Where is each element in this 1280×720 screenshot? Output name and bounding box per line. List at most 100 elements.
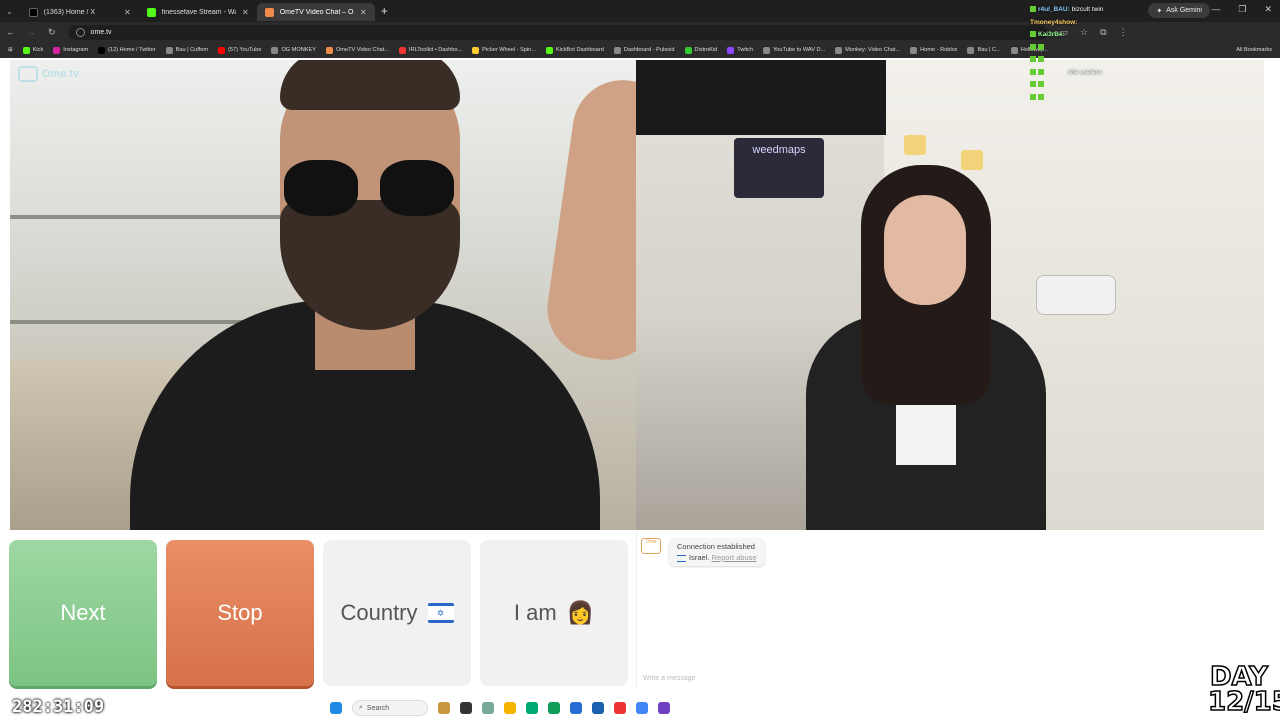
- chat-line: Tmoney4show:: [1030, 17, 1180, 30]
- local-video: weedmaps: [636, 60, 1264, 530]
- app-icon[interactable]: [482, 702, 494, 714]
- app-icon[interactable]: [438, 702, 450, 714]
- tab-kick[interactable]: finessefave Stream - Watch Live ✕: [139, 3, 257, 21]
- remote-video: [10, 60, 636, 530]
- url-field[interactable]: ome.tv: [67, 24, 1048, 40]
- back-icon[interactable]: ←: [6, 27, 15, 37]
- reload-icon[interactable]: ↻: [48, 27, 56, 38]
- bookmark-icon: [165, 46, 173, 54]
- next-label: Next: [60, 600, 106, 625]
- bookmark-item[interactable]: Bau | Cuffem: [165, 46, 209, 54]
- app-icon[interactable]: [592, 702, 604, 714]
- close-icon[interactable]: ✕: [360, 8, 367, 17]
- app-icon[interactable]: [570, 702, 582, 714]
- bookmark-icon: [472, 46, 480, 54]
- bookmark-item[interactable]: (57) YouTube: [218, 46, 261, 54]
- bookmark-icon: [271, 46, 279, 54]
- bookmark-label: Kick: [32, 47, 44, 53]
- bookmark-item[interactable]: OmeTV Video Chat...: [325, 46, 389, 54]
- logo-text: Ome.tv: [42, 68, 80, 80]
- day-counter: DAY 12/15: [1207, 662, 1280, 717]
- apps-icon[interactable]: ⊞: [8, 47, 13, 53]
- gender-button[interactable]: I am 👩: [480, 540, 628, 686]
- bookmark-icon: [98, 46, 106, 54]
- bookmark-item[interactable]: (12) Home / Twitter: [98, 46, 156, 54]
- local-person: [806, 165, 1046, 530]
- bookmark-label: Picker Wheel - Spin...: [482, 47, 536, 53]
- bookmark-icon: [1010, 46, 1018, 54]
- bookmark-item[interactable]: Bau | C...: [967, 46, 1001, 54]
- bookmark-item[interactable]: DistroKid: [684, 46, 717, 54]
- bookmark-item[interactable]: Twitch: [727, 46, 753, 54]
- bookmark-item[interactable]: YouTube to WAV D...: [763, 46, 825, 54]
- edge-icon[interactable]: [526, 702, 538, 714]
- system-message: Ome Connection established Israel. Repor…: [641, 538, 765, 566]
- bookmark-icon: [53, 46, 61, 54]
- search-icon: ⌕: [359, 704, 363, 711]
- chat-username: Kai3rBe:: [1038, 31, 1065, 38]
- tab-ometv[interactable]: OmeTV Video Chat – Ome ✕: [256, 3, 375, 21]
- bookmark-item[interactable]: IRLToolkit • Dashbo...: [399, 46, 463, 54]
- taskbar: ⌕ Search: [330, 698, 810, 718]
- bookmark-item[interactable]: Home - Roblox: [910, 46, 957, 54]
- next-button[interactable]: Next: [9, 540, 157, 686]
- israel-flag-icon: ✡: [427, 603, 454, 623]
- bookmark-item[interactable]: Picker Wheel - Spin...: [472, 46, 536, 54]
- bookmark-label: (12) Home / Twitter: [108, 47, 156, 53]
- kick-icon: [146, 7, 156, 17]
- bookmark-item[interactable]: Instagram: [53, 46, 88, 54]
- app-icon[interactable]: [548, 702, 560, 714]
- taskbar-search[interactable]: ⌕ Search: [352, 700, 428, 716]
- bookmark-label: Monkey: Video Chat...: [845, 47, 901, 53]
- bookmark-item[interactable]: Monkey: Video Chat...: [835, 46, 901, 54]
- stop-button[interactable]: Stop: [166, 540, 314, 686]
- report-abuse-link[interactable]: Report abuse: [712, 553, 757, 562]
- chat-line: [1030, 79, 1180, 92]
- bookmark-label: Bau | C...: [977, 47, 1001, 53]
- bookmark-item[interactable]: Kick: [22, 46, 44, 54]
- app-icon[interactable]: [614, 702, 626, 714]
- message-bubble: Connection established Israel. Report ab…: [669, 538, 765, 566]
- chat-username: Tmoney4show:: [1030, 18, 1078, 26]
- connection-status: Connection established: [677, 542, 755, 551]
- country-button[interactable]: Country ✡: [323, 540, 471, 686]
- tab-search-icon[interactable]: ⌄: [6, 7, 13, 16]
- bookmark-label: IRLToolkit • Dashbo...: [409, 47, 463, 53]
- bar-stool: [1036, 275, 1116, 315]
- stop-label: Stop: [217, 600, 263, 625]
- country-line: Israel. Report abuse: [677, 552, 757, 563]
- close-window-icon[interactable]: ✕: [1264, 4, 1272, 15]
- folder-icon[interactable]: [504, 702, 516, 714]
- close-icon[interactable]: ✕: [242, 8, 249, 17]
- bookmark-item[interactable]: KickBot Dashboard: [545, 46, 604, 54]
- taskbar-search-label: Search: [366, 704, 390, 712]
- close-icon[interactable]: ✕: [124, 8, 131, 17]
- bookmark-icon: [218, 46, 226, 54]
- bookmark-item[interactable]: OG MONKEY: [271, 46, 316, 54]
- tab-x[interactable]: (1363) Home / X ✕: [21, 3, 139, 21]
- minimize-icon[interactable]: —: [1211, 4, 1220, 15]
- site-info-icon[interactable]: [75, 27, 85, 37]
- country-label: Country: [340, 600, 418, 625]
- bookmark-icon: [910, 46, 918, 54]
- text-chat-panel: Ome Connection established Israel. Repor…: [636, 532, 1264, 688]
- bookmark-item[interactable]: Dashboard - Pulsoid: [613, 46, 675, 54]
- app-icon[interactable]: [658, 702, 670, 714]
- maximize-icon[interactable]: ❐: [1238, 4, 1246, 15]
- message-input[interactable]: Write a message: [643, 675, 695, 682]
- bookmark-icon: [967, 46, 975, 54]
- bookmark-label: Bau | Cuffem: [175, 47, 209, 53]
- gender-label: I am: [513, 600, 557, 625]
- neon-sign-text: weedmaps: [752, 144, 806, 156]
- windows-start-icon[interactable]: [330, 702, 342, 714]
- app-icon[interactable]: [460, 702, 472, 714]
- chrome-icon[interactable]: [636, 702, 648, 714]
- tab-label: (1363) Home / X: [43, 8, 96, 16]
- new-tab-button[interactable]: +: [381, 4, 388, 18]
- bookmark-label: All Bookmarks: [1236, 47, 1272, 53]
- all-bookmarks[interactable]: All Bookmarks: [1236, 47, 1272, 53]
- bookmark-icon: [545, 46, 553, 54]
- pendant-light: [904, 135, 926, 155]
- chat-text: she useless: [1067, 68, 1103, 76]
- forward-icon[interactable]: →: [27, 27, 36, 37]
